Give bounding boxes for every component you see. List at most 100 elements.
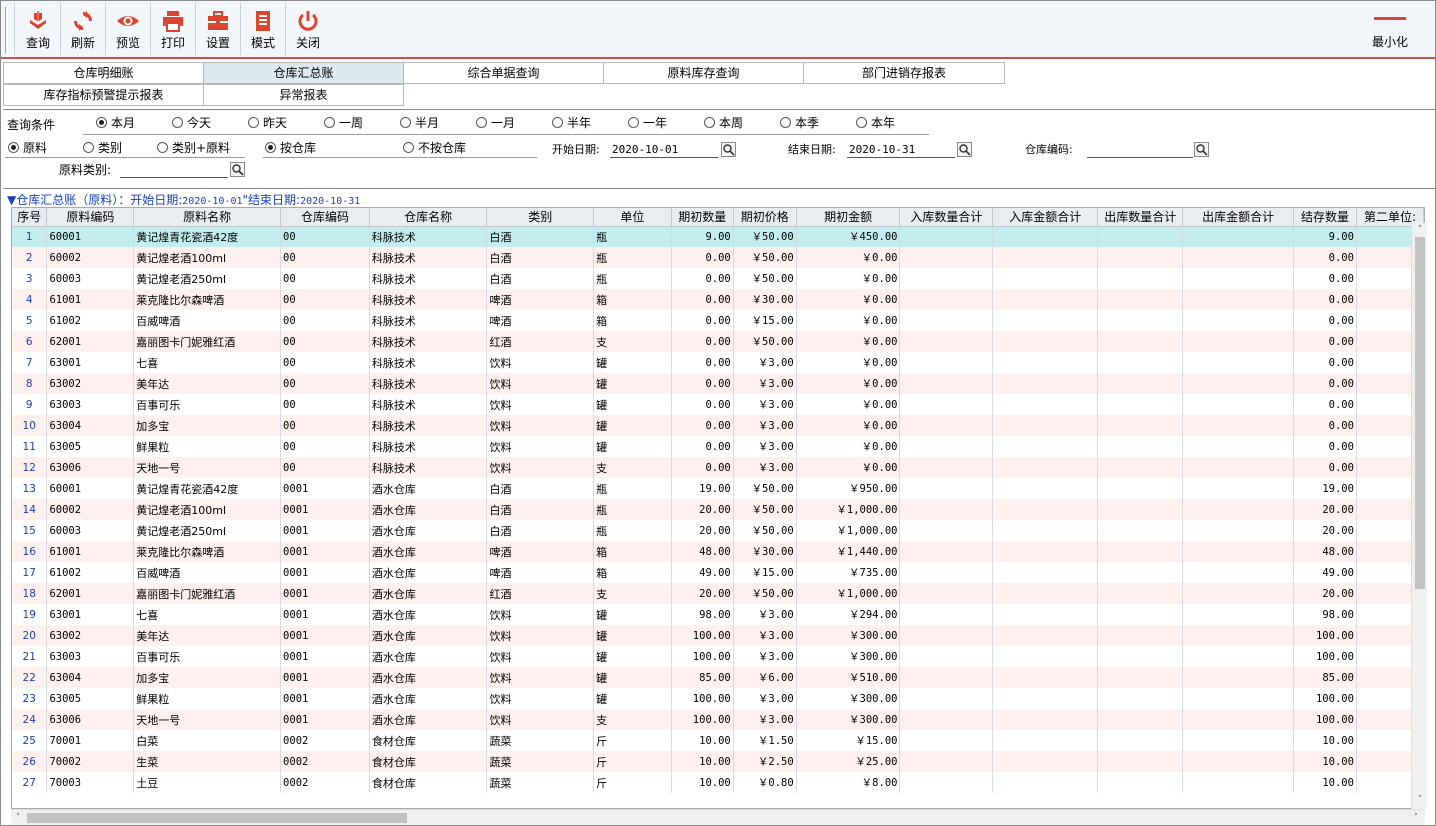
- preview-button[interactable]: 预览: [106, 3, 150, 55]
- table-row[interactable]: 6 62001 嘉丽图卡门妮雅红酒 00 科脉技术 红酒支 0.00 ￥50.00 ￥0.00 0…: [12, 331, 1424, 352]
- scroll-down-icon[interactable]: ˅: [1415, 795, 1425, 805]
- group-radio-category[interactable]: 类别: [83, 140, 122, 158]
- table-row[interactable]: 9 63003 百事可乐 00 科脉技术 饮料罐 0.00 ￥3.00 ￥0.00 0.00: [12, 394, 1424, 415]
- period-radio-half-year[interactable]: 半年: [552, 115, 591, 133]
- table-row[interactable]: 23 63005 鲜果粒 0001 酒水仓库 饮料罐 100.00 ￥3.00 ￥300.00 1…: [12, 688, 1424, 709]
- tab-warehouse-detail[interactable]: 仓库明细账: [3, 62, 204, 84]
- material-category-field[interactable]: [120, 162, 228, 178]
- column-header[interactable]: 类别: [486, 208, 595, 227]
- end-date-picker-button[interactable]: [957, 142, 972, 157]
- period-radio-year[interactable]: 一年: [628, 115, 667, 133]
- table-row[interactable]: 27 70003 土豆 0002 食材仓库 蔬菜斤 10.00 ￥0.80 ￥8.00 10.00: [12, 772, 1424, 793]
- table-cell: [1182, 226, 1294, 247]
- table-cell: 饮料: [486, 709, 595, 730]
- tab-stock-warning[interactable]: 库存指标预警提示报表: [3, 84, 204, 106]
- column-header[interactable]: 序号: [12, 208, 48, 227]
- tab-exception-report[interactable]: 异常报表: [203, 84, 404, 106]
- table-row[interactable]: 8 63002 美年达 00 科脉技术 饮料罐 0.00 ￥3.00 ￥0.00 0.00: [12, 373, 1424, 394]
- table-row[interactable]: 11 63005 鲜果粒 00 科脉技术 饮料罐 0.00 ￥3.00 ￥0.00 0.00: [12, 436, 1424, 457]
- table-cell: ￥50.00: [733, 583, 797, 604]
- scroll-left-icon[interactable]: ˂: [13, 813, 23, 823]
- column-header[interactable]: 期初价格: [733, 208, 797, 227]
- period-radio-this-month[interactable]: 本月: [96, 115, 135, 133]
- tab-document-query[interactable]: 综合单据查询: [403, 62, 604, 84]
- table-cell: 白酒: [486, 268, 595, 289]
- scroll-up-icon[interactable]: ˄: [1415, 225, 1425, 235]
- table-row[interactable]: 21 63003 百事可乐 0001 酒水仓库 饮料罐 100.00 ￥3.00 ￥300.00…: [12, 646, 1424, 667]
- column-header[interactable]: 原料名称: [133, 208, 282, 227]
- column-header[interactable]: 单位: [593, 208, 672, 227]
- period-radio-today[interactable]: 今天: [172, 115, 211, 133]
- period-radio-this-quarter[interactable]: 本季: [780, 115, 819, 133]
- table-row[interactable]: 1 60001 黄记煌青花瓷酒42度 00 科脉技术 白酒瓶 9.00 ￥50.00 ￥450.…: [12, 226, 1424, 247]
- close-button[interactable]: 关闭: [286, 3, 330, 55]
- period-radio-half-month[interactable]: 半月: [400, 115, 439, 133]
- minimize-button[interactable]: 最小化: [1357, 3, 1423, 55]
- column-header[interactable]: 仓库编码: [280, 208, 370, 227]
- period-radio-this-year[interactable]: 本年: [856, 115, 895, 133]
- table-row[interactable]: 16 61001 莱克隆比尔森啤酒 0001 酒水仓库 啤酒箱 48.00 ￥30.00 ￥1,…: [12, 541, 1424, 562]
- tab-warehouse-summary[interactable]: 仓库汇总账: [203, 62, 404, 84]
- table-row[interactable]: 18 62001 嘉丽图卡门妮雅红酒 0001 酒水仓库 红酒支 20.00 ￥50.00 ￥1…: [12, 583, 1424, 604]
- table-row[interactable]: 22 63004 加多宝 0001 酒水仓库 饮料罐 85.00 ￥6.00 ￥510.00 85…: [12, 667, 1424, 688]
- column-header[interactable]: 仓库名称: [369, 208, 488, 227]
- column-header[interactable]: 结存数量: [1293, 208, 1357, 227]
- table-row[interactable]: 3 60003 黄记煌老酒250ml 00 科脉技术 白酒瓶 0.00 ￥50.00 ￥0.00…: [12, 268, 1424, 289]
- table-cell: 斤: [593, 772, 672, 793]
- material-category-lookup-button[interactable]: [230, 162, 245, 177]
- print-button[interactable]: 打印: [151, 3, 195, 55]
- toolbar-grip[interactable]: [5, 7, 8, 53]
- group-radio-category-material[interactable]: 类别+原料: [157, 140, 230, 158]
- scroll-right-icon[interactable]: ˃: [1411, 813, 1421, 823]
- period-radio-month[interactable]: 一月: [476, 115, 515, 133]
- table-row[interactable]: 20 63002 美年达 0001 酒水仓库 饮料罐 100.00 ￥3.00 ￥300.00 1…: [12, 625, 1424, 646]
- table-row[interactable]: 4 61001 莱克隆比尔森啤酒 00 科脉技术 啤酒箱 0.00 ￥30.00 ￥0.00 0.…: [12, 289, 1424, 310]
- column-header[interactable]: 入库数量合计: [899, 208, 994, 227]
- settings-button[interactable]: 设置: [196, 3, 240, 55]
- warehouse-radio-by[interactable]: 按仓库: [265, 140, 316, 158]
- table-row[interactable]: 7 63001 七喜 00 科脉技术 饮料罐 0.00 ￥3.00 ￥0.00 0.00: [12, 352, 1424, 373]
- column-header[interactable]: 期初数量: [671, 208, 734, 227]
- table-row[interactable]: 10 63004 加多宝 00 科脉技术 饮料罐 0.00 ￥3.00 ￥0.00 0.00: [12, 415, 1424, 436]
- start-date-field[interactable]: 2020-10-01: [610, 142, 718, 158]
- group-radio-material[interactable]: 原料: [8, 140, 47, 158]
- vertical-scrollbar[interactable]: ˄ ˅: [1411, 223, 1427, 809]
- horizontal-scroll-thumb[interactable]: [27, 813, 407, 823]
- mode-button[interactable]: 模式: [241, 3, 285, 55]
- period-radio-yesterday[interactable]: 昨天: [248, 115, 287, 133]
- table-row[interactable]: 24 63006 天地一号 0001 酒水仓库 饮料支 100.00 ￥3.00 ￥300.00…: [12, 709, 1424, 730]
- table-cell: 0.00: [1293, 247, 1357, 268]
- period-radio-this-week[interactable]: 本周: [704, 115, 743, 133]
- table-cell: 19.00: [1293, 478, 1357, 499]
- column-header[interactable]: 出库金额合计: [1182, 208, 1294, 227]
- tab-material-stock[interactable]: 原料库存查询: [603, 62, 804, 84]
- warehouse-code-field[interactable]: [1087, 142, 1193, 158]
- warehouse-radio-not-by[interactable]: 不按仓库: [403, 140, 466, 158]
- horizontal-scrollbar[interactable]: ˂ ˃: [11, 809, 1425, 825]
- table-row[interactable]: 14 60002 黄记煌老酒100ml 0001 酒水仓库 白酒瓶 20.00 ￥50.00 ￥…: [12, 499, 1424, 520]
- table-row[interactable]: 12 63006 天地一号 00 科脉技术 饮料支 0.00 ￥3.00 ￥0.00 0.00: [12, 457, 1424, 478]
- period-radio-week[interactable]: 一周: [324, 115, 363, 133]
- table-row[interactable]: 19 63001 七喜 0001 酒水仓库 饮料罐 98.00 ￥3.00 ￥294.00 98.…: [12, 604, 1424, 625]
- column-header[interactable]: 出库数量合计: [1097, 208, 1184, 227]
- table-row[interactable]: 25 70001 白菜 0002 食材仓库 蔬菜斤 10.00 ￥1.50 ￥15.00 10.0…: [12, 730, 1424, 751]
- column-header[interactable]: 入库金额合计: [992, 208, 1099, 227]
- warehouse-code-lookup-button[interactable]: [1194, 142, 1209, 157]
- end-date-field[interactable]: 2020-10-31: [847, 142, 955, 158]
- start-date-picker-button[interactable]: [721, 142, 736, 157]
- eye-icon: [116, 9, 140, 33]
- table-row[interactable]: 13 60001 黄记煌青花瓷酒42度 0001 酒水仓库 白酒瓶 19.00 ￥50.00 ￥…: [12, 478, 1424, 499]
- table-cell: 黄记煌老酒250ml: [133, 268, 282, 289]
- vertical-scroll-thumb[interactable]: [1415, 237, 1425, 589]
- table-row[interactable]: 26 70002 生菜 0002 食材仓库 蔬菜斤 10.00 ￥2.50 ￥25.00 10.0…: [12, 751, 1424, 772]
- table-row[interactable]: 5 61002 百威啤酒 00 科脉技术 啤酒箱 0.00 ￥15.00 ￥0.00 0.00: [12, 310, 1424, 331]
- table-cell: 0.00: [1293, 415, 1357, 436]
- column-header[interactable]: 期初金额: [796, 208, 901, 227]
- tab-department-report[interactable]: 部门进销存报表: [803, 62, 1005, 84]
- query-button[interactable]: 查询: [16, 3, 60, 55]
- table-row[interactable]: 15 60003 黄记煌老酒250ml 0001 酒水仓库 白酒瓶 20.00 ￥50.00 ￥…: [12, 520, 1424, 541]
- column-header[interactable]: 原料编码: [46, 208, 135, 227]
- table-row[interactable]: 17 61002 百威啤酒 0001 酒水仓库 啤酒箱 49.00 ￥15.00 ￥735.00…: [12, 562, 1424, 583]
- table-row[interactable]: 2 60002 黄记煌老酒100ml 00 科脉技术 白酒瓶 0.00 ￥50.00 ￥0.00…: [12, 247, 1424, 268]
- refresh-button[interactable]: 刷新: [61, 3, 105, 55]
